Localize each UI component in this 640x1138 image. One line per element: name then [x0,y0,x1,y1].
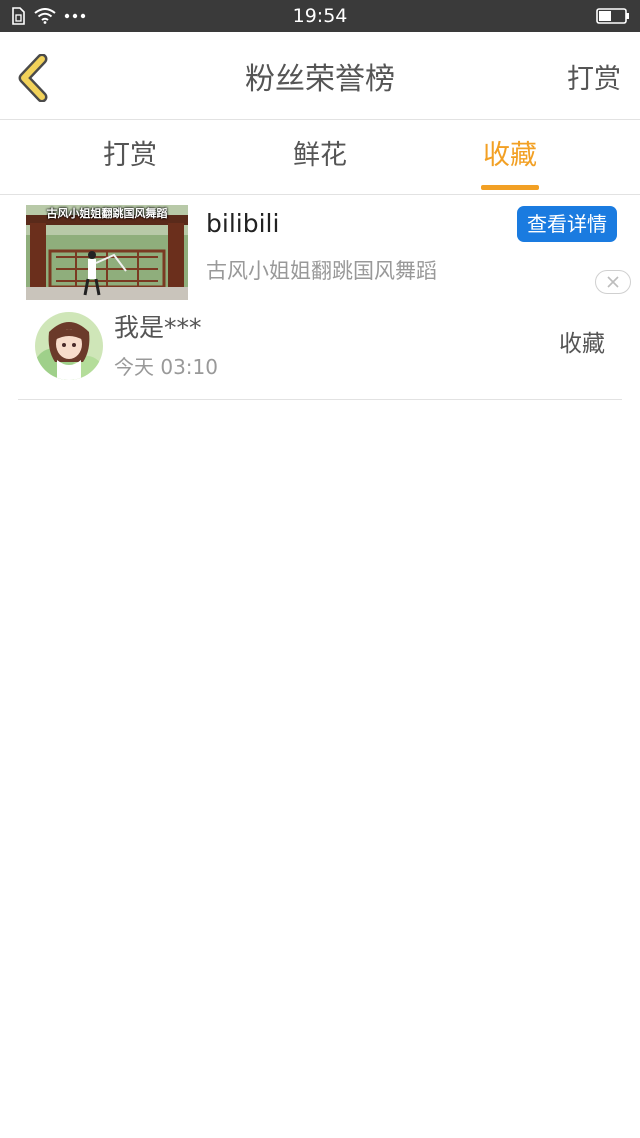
ad-description: 古风小姐姐翻跳国风舞蹈 [206,259,437,283]
tab-reward[interactable]: 打赏 [70,139,190,173]
tab-flowers[interactable]: 鲜花 [260,139,380,173]
page-title: 粉丝荣誉榜 [245,62,395,97]
avatar-image [35,312,103,380]
avatar[interactable] [35,312,103,380]
tab-favorites[interactable]: 收藏 [450,139,570,173]
ad-thumbnail-caption: 古风小姐姐翻跳国风舞蹈 [46,207,168,220]
tab-bar: 打赏 鲜花 收藏 [0,121,640,195]
ad-thumbnail[interactable]: 古风小姐姐翻跳国风舞蹈 [26,205,188,300]
reward-button[interactable]: 打赏 [567,64,621,96]
status-time: 19:54 [292,5,348,27]
battery-icon [596,8,629,24]
timestamp: 今天 03:10 [114,355,218,379]
nav-bar: 粉丝荣誉榜 打赏 [0,32,640,120]
user-name: 我是*** [114,313,202,342]
list-item[interactable]: 我是*** 今天 03:10 收藏 [18,304,622,400]
row-action-label: 收藏 [559,331,605,357]
ad-source: bilibili [206,209,280,238]
ad-close-button[interactable] [595,270,631,294]
view-details-button[interactable]: 查看详情 [517,206,617,242]
active-tab-indicator [481,185,539,190]
ad-card[interactable]: 古风小姐姐翻跳国风舞蹈 bilibili 古风小姐姐翻跳国风舞蹈 查看详情 [0,196,640,304]
status-bar: 19:54 [0,0,640,32]
close-icon [607,276,619,288]
